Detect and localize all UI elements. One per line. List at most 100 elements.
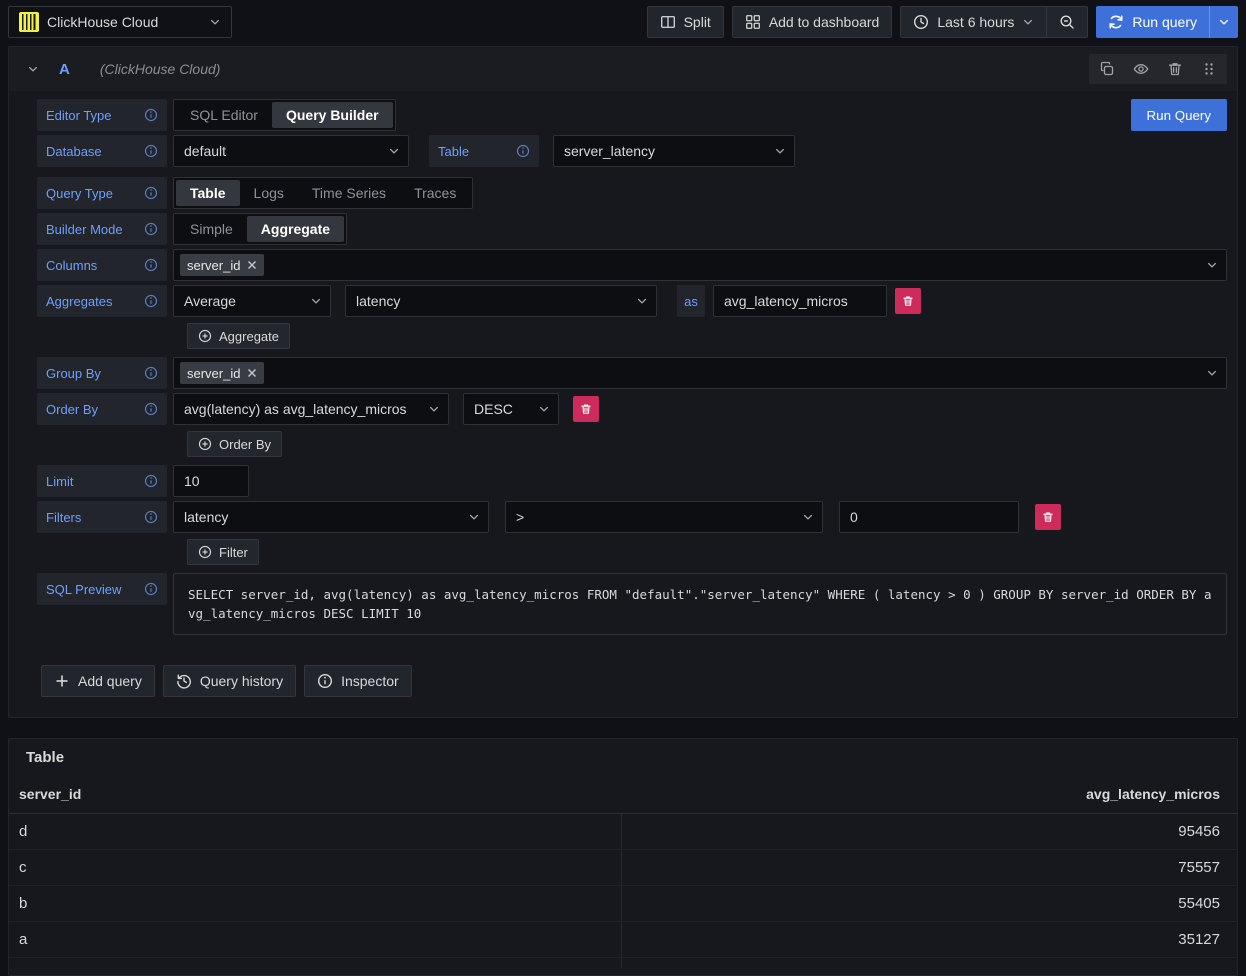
query-type-toggle: Table Logs Time Series Traces	[173, 177, 473, 209]
info-icon[interactable]	[144, 366, 158, 380]
order-by-field-select[interactable]: avg(latency) as avg_latency_micros	[173, 393, 449, 425]
query-editor-panel: A (ClickHouse Cloud) Editor Type	[8, 46, 1238, 718]
datasource-picker[interactable]: ClickHouse Cloud	[8, 6, 232, 38]
editor-type-toggle: SQL Editor Query Builder	[173, 99, 396, 131]
sql-preview-label: SQL Preview	[37, 573, 167, 605]
table-row[interactable]: a 35127	[9, 922, 1237, 958]
run-query-button[interactable]: Run query	[1096, 6, 1209, 38]
editor-type-option-query-builder[interactable]: Query Builder	[272, 102, 393, 128]
clock-icon	[913, 14, 929, 30]
database-select[interactable]: default	[173, 135, 409, 167]
plus-circle-icon	[198, 545, 212, 559]
table-row[interactable]: d 95456	[9, 814, 1237, 850]
add-filter-subrow: Filter	[187, 539, 1227, 565]
duplicate-query-icon[interactable]	[1099, 61, 1115, 77]
group-by-multiselect[interactable]: server_id	[173, 357, 1227, 389]
time-range-group: Last 6 hours	[900, 6, 1088, 38]
chevron-down-icon	[1022, 16, 1034, 28]
query-history-button[interactable]: Query history	[163, 665, 296, 697]
collapse-chevron-icon[interactable]	[23, 59, 43, 79]
drag-handle-grip-icon[interactable]	[1201, 61, 1217, 77]
columns-multiselect[interactable]: server_id	[173, 249, 1227, 281]
filter-value-input[interactable]	[839, 501, 1019, 533]
apps-icon	[745, 14, 761, 30]
editor-type-row: Editor Type SQL Editor Query Builder Run…	[37, 99, 1227, 131]
column-header-avg-latency-micros[interactable]: avg_latency_micros	[622, 786, 1237, 802]
info-icon[interactable]	[144, 222, 158, 236]
remove-chip-icon[interactable]	[247, 260, 257, 270]
remove-order-by-button[interactable]	[573, 396, 599, 422]
query-type-option-logs[interactable]: Logs	[240, 180, 298, 206]
query-builder-body: Editor Type SQL Editor Query Builder Run…	[9, 91, 1237, 717]
table-panel: Table server_id avg_latency_micros d 954…	[8, 738, 1238, 976]
aggregate-function-select[interactable]: Average	[173, 285, 331, 317]
info-icon[interactable]	[144, 402, 158, 416]
query-row-header[interactable]: A (ClickHouse Cloud)	[9, 47, 1237, 91]
limit-input[interactable]	[173, 465, 249, 497]
order-by-label: Order By	[37, 393, 167, 425]
table-row[interactable]: c 75557	[9, 850, 1237, 886]
table-header-row: server_id avg_latency_micros	[9, 774, 1237, 814]
table-select[interactable]: server_latency	[553, 135, 795, 167]
info-icon[interactable]	[144, 294, 158, 308]
remove-filter-button[interactable]	[1035, 504, 1061, 530]
query-type-option-traces[interactable]: Traces	[400, 180, 470, 206]
remove-query-trash-icon[interactable]	[1167, 61, 1183, 77]
remove-chip-icon[interactable]	[247, 368, 257, 378]
add-aggregate-button[interactable]: Aggregate	[187, 323, 290, 349]
info-icon[interactable]	[144, 186, 158, 200]
editor-type-option-sql-editor[interactable]: SQL Editor	[176, 102, 272, 128]
query-ref-id[interactable]: A	[59, 61, 70, 78]
group-by-chip: server_id	[180, 362, 264, 384]
group-by-row: Group By server_id	[37, 357, 1227, 389]
aggregate-alias-input[interactable]	[713, 285, 887, 317]
query-datasource-hint: (ClickHouse Cloud)	[100, 61, 221, 77]
filters-label: Filters	[37, 501, 167, 533]
database-table-row: Database default Table	[37, 135, 1227, 167]
query-editor-footer: Add query Query history Inspector	[37, 639, 1227, 707]
hide-query-eye-icon[interactable]	[1133, 61, 1149, 77]
info-icon[interactable]	[144, 108, 158, 122]
inspector-button[interactable]: Inspector	[304, 665, 412, 697]
query-actions	[1089, 54, 1227, 84]
builder-mode-toggle: Simple Aggregate	[173, 213, 347, 245]
query-type-option-table[interactable]: Table	[176, 180, 240, 206]
zoom-out-time-button[interactable]	[1047, 7, 1087, 37]
remove-aggregate-button[interactable]	[895, 288, 921, 314]
table-column-divider-tail	[9, 958, 1237, 968]
chevron-down-icon	[636, 295, 648, 307]
info-icon[interactable]	[144, 510, 158, 524]
info-icon[interactable]	[516, 144, 530, 158]
filter-operator-select[interactable]: >	[505, 501, 823, 533]
info-icon[interactable]	[144, 474, 158, 488]
order-by-direction-select[interactable]: DESC	[463, 393, 559, 425]
group-by-label: Group By	[37, 357, 167, 389]
add-aggregate-subrow: Aggregate	[187, 323, 1227, 349]
builder-mode-option-aggregate[interactable]: Aggregate	[247, 216, 344, 242]
time-range-picker[interactable]: Last 6 hours	[901, 7, 1046, 37]
info-icon[interactable]	[144, 582, 158, 596]
table-row[interactable]: b 55405	[9, 886, 1237, 922]
add-order-by-button[interactable]: Order By	[187, 431, 282, 457]
column-header-server-id[interactable]: server_id	[9, 786, 622, 802]
add-to-dashboard-button[interactable]: Add to dashboard	[732, 6, 893, 38]
plus-circle-icon	[198, 437, 212, 451]
add-query-button[interactable]: Add query	[41, 665, 155, 697]
filter-column-select[interactable]: latency	[173, 501, 489, 533]
info-icon[interactable]	[144, 258, 158, 272]
query-type-option-time-series[interactable]: Time Series	[298, 180, 400, 206]
sql-preview-text: SELECT server_id, avg(latency) as avg_la…	[173, 573, 1227, 635]
chevron-down-icon	[1206, 259, 1218, 271]
split-button[interactable]: Split	[647, 6, 724, 38]
chevron-down-icon	[388, 145, 400, 157]
info-icon[interactable]	[144, 144, 158, 158]
aggregate-column-select[interactable]: latency	[345, 285, 657, 317]
history-icon	[176, 673, 192, 689]
builder-mode-option-simple[interactable]: Simple	[176, 216, 247, 242]
chevron-down-icon	[1206, 367, 1218, 379]
columns-label: Columns	[37, 249, 167, 281]
run-query-panel-button[interactable]: Run Query	[1131, 99, 1227, 131]
chevron-down-icon	[468, 511, 480, 523]
add-filter-button[interactable]: Filter	[187, 539, 259, 565]
run-query-options-button[interactable]	[1209, 6, 1238, 38]
